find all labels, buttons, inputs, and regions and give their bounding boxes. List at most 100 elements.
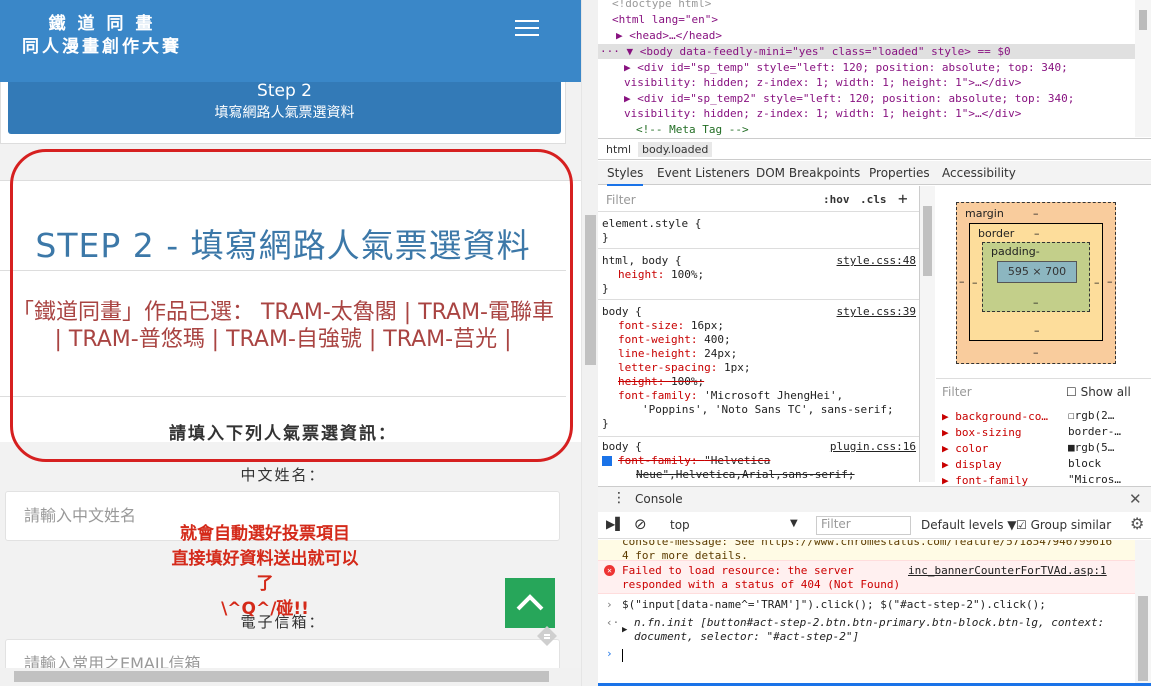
computed-prop[interactable]: ▶ color [942, 441, 988, 456]
annotation-line: 直接填好資料送出就可以了 [171, 549, 359, 594]
command-text: $("input[data-name^='TRAM']").click(); $… [622, 598, 1046, 611]
log-levels-dropdown[interactable]: Default levels ▼ [921, 518, 1017, 532]
div-node[interactable]: ▶ <div id="sp_temp2" style="left: 120; p… [624, 91, 1074, 106]
show-all-label: Show all [1080, 385, 1131, 399]
console-drawer-header: ⋮ Console ✕ [598, 486, 1151, 512]
settings-gear-icon[interactable]: ⚙ [1130, 514, 1144, 533]
console-error: ✕ Failed to load resource: the server re… [598, 560, 1135, 594]
feedly-icon[interactable] [536, 625, 558, 647]
box-model-margin[interactable]: margin – – – – border – – – – padding- –… [956, 202, 1116, 364]
styles-filter-input[interactable]: Filter [606, 193, 636, 207]
css-property[interactable]: line-height: 24px; [602, 347, 918, 361]
brand-line1: 鐵 道 同 畫 [48, 14, 156, 34]
tab-dom-breakpoints[interactable]: DOM Breakpoints [756, 166, 860, 180]
prop-value-cont: 'Poppins', 'Noto Sans TC', sans-serif; [642, 403, 894, 416]
console-messages: console-message: See https://www.chromes… [598, 540, 1135, 686]
close-icon[interactable]: ✕ [1129, 490, 1142, 508]
step-2-button[interactable]: Step 2 填寫網路人氣票選資料 [8, 81, 561, 134]
computed-prop[interactable]: ▶ display [942, 457, 1002, 472]
body-node-text: <body data-feedly-mini="yes" class="load… [639, 45, 1011, 58]
tab-event-listeners[interactable]: Event Listeners [657, 166, 750, 180]
chevron-down-icon: ▼ [790, 518, 798, 529]
sidebar-toggle-icon[interactable]: ▶▌ [606, 517, 624, 531]
css-property[interactable]: letter-spacing: 1px; [602, 361, 918, 375]
elements-tree: <!doctype html> <html lang="en"> ▶ <head… [598, 0, 1151, 137]
styles-scrollbar[interactable] [920, 186, 935, 482]
return-arrow-icon: ‹· [606, 616, 620, 629]
box-model-content[interactable]: 595 × 700 [997, 261, 1077, 283]
console-filter-input[interactable]: Filter [816, 516, 911, 535]
tab-styles[interactable]: Styles [607, 166, 644, 186]
styles-pane: Filter :hov .cls + element.style { } htm… [598, 186, 920, 482]
console-scrollbar[interactable] [1135, 540, 1151, 686]
rule-source-link[interactable]: style.css:48 [837, 254, 916, 268]
css-property[interactable]: height: 100%; [602, 268, 918, 282]
css-property-overridden[interactable]: height: 100%; [602, 375, 918, 389]
padding-label: padding- [991, 245, 1040, 258]
show-all-checkbox[interactable]: ☐ Show all [1066, 385, 1131, 399]
css-property[interactable]: font-size: 16px; [602, 319, 918, 333]
annotation-text: 就會自動選好投票項目 直接填好資料送出就可以了 \^Q^/碰!! [165, 522, 365, 622]
context-value: top [670, 518, 690, 532]
head-node[interactable]: ▶ <head>…</head> [616, 28, 722, 43]
text-cursor [622, 649, 623, 662]
chevron-right-icon: › [606, 598, 613, 611]
computed-filter-input[interactable]: Filter [942, 385, 972, 399]
div-node[interactable]: ▶ <div id="sp_temp" style="left: 120; po… [624, 60, 1068, 75]
console-prompt-input[interactable]: › [598, 647, 1135, 665]
tab-accessibility[interactable]: Accessibility [942, 166, 1016, 180]
highlight-annotation-box [10, 149, 573, 462]
comment-node[interactable]: <!-- Meta Tag --> [636, 122, 749, 137]
navbar: 鐵 道 同 畫 同人漫畫創作大賽 [0, 0, 581, 82]
css-property[interactable]: font-family: 'Microsoft JhengHei', [602, 389, 918, 403]
css-property-overridden[interactable]: font-family: "Helvetica [602, 454, 918, 468]
computed-value: block [1068, 457, 1102, 470]
breadcrumb-html[interactable]: html [602, 142, 635, 157]
box-model-padding[interactable]: padding- – 595 × 700 [982, 242, 1090, 312]
div-node-cont: visibility: hidden; z-index: 1; width: 1… [624, 107, 1022, 120]
console-result[interactable]: ‹· ▶ n.fn.init [button#act-step-2.btn.bt… [598, 614, 1135, 646]
computed-pane: Filter ☐ Show all ▶ background-co… ☐rgb(2… [936, 378, 1151, 487]
checkbox-icon[interactable] [602, 456, 612, 466]
hamburger-menu-icon[interactable] [515, 20, 539, 38]
html-node[interactable]: <html lang="en"> [612, 12, 718, 27]
rule-selector: element.style { [602, 217, 702, 230]
context-selector[interactable]: top ▼ [670, 518, 798, 532]
breadcrumb: html body.loaded [598, 138, 1151, 160]
elements-scrollbar[interactable] [1135, 0, 1151, 137]
back-to-top-button[interactable] [505, 578, 555, 628]
body-node[interactable]: ··· ▼ <body data-feedly-mini="yes" class… [600, 44, 1011, 59]
rule-element-style[interactable]: element.style { } [602, 217, 918, 245]
more-icon[interactable]: ⋮ [612, 490, 626, 506]
group-similar-checkbox[interactable]: ☑ Group similar [1016, 518, 1111, 532]
new-rule-icon[interactable]: + [898, 189, 908, 208]
tab-properties[interactable]: Properties [869, 166, 930, 180]
css-property[interactable]: font-weight: 400; [602, 333, 918, 347]
div-node-cont: visibility: hidden; z-index: 1; width: 1… [624, 76, 1022, 89]
breadcrumb-body[interactable]: body.loaded [638, 142, 713, 157]
box-model-border[interactable]: border – – – – padding- – 595 × 700 [969, 223, 1103, 341]
doctype-node[interactable]: <!doctype html> [612, 0, 711, 11]
clear-console-icon[interactable]: ⊘ [634, 515, 647, 533]
computed-value: ☐rgb(2… [1068, 409, 1115, 422]
rule-html-body[interactable]: html, body { style.css:48 height: 100%; … [602, 254, 918, 296]
rule-source-link[interactable]: style.css:39 [837, 305, 916, 319]
hov-toggle[interactable]: :hov [823, 193, 850, 206]
div-node-text: <div id="sp_temp" style="left: 120; posi… [637, 61, 1068, 74]
error-source-link[interactable]: inc_bannerCounterForTVAd.asp:1 [908, 564, 1107, 578]
rule-body[interactable]: body { style.css:39 font-size: 16px; fon… [602, 305, 918, 431]
horizontal-scrollbar[interactable] [0, 668, 581, 686]
brand-logo[interactable]: 鐵 道 同 畫 同人漫畫創作大賽 [22, 13, 182, 59]
cls-toggle[interactable]: .cls [860, 193, 887, 206]
tab-console[interactable]: Console [635, 492, 683, 506]
prompt-chevron-icon: › [606, 647, 613, 660]
computed-prop[interactable]: ▶ box-sizing [942, 425, 1021, 440]
warning-line: console-message: See https://www.chromes… [622, 540, 1113, 548]
rule-body-plugin[interactable]: body { plugin.css:16 font-family: "Helve… [602, 440, 918, 482]
rule-source-link[interactable]: plugin.css:16 [830, 440, 916, 454]
annotation-line: 就會自動選好投票項目 [180, 524, 350, 544]
computed-prop[interactable]: ▶ background-co… [942, 409, 1048, 424]
console-command: › $("input[data-name^='TRAM']").click();… [598, 596, 1135, 613]
vertical-scrollbar[interactable] [581, 0, 598, 686]
expand-triangle-icon[interactable]: ▶ [622, 623, 627, 637]
